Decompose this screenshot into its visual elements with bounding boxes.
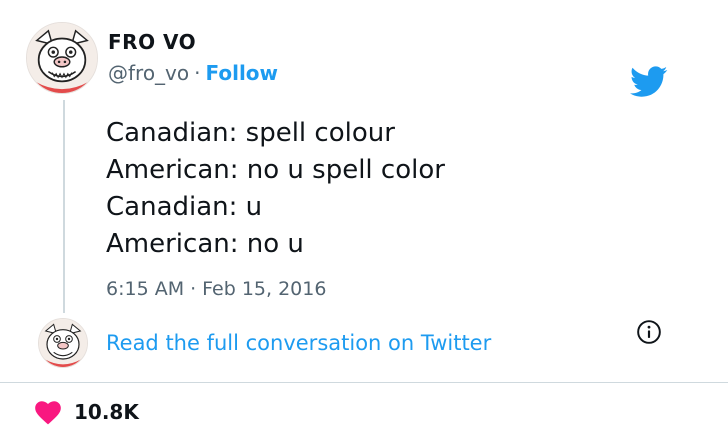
tweet-body: Canadian: spell colour American: no u sp… [106,115,445,263]
handle-separator: · [194,61,201,85]
tweet-date: Feb 15, 2016 [202,278,327,300]
thread-connector-line [63,100,65,313]
twitter-bird-icon[interactable] [630,66,668,98]
author-handle[interactable]: @fro_vo [108,61,189,85]
like-count: 10.8K [74,400,139,424]
tweet-line: Canadian: u [106,192,263,222]
heart-glyph [35,401,61,425]
tweet-timestamp[interactable]: 6:15 AM · Feb 15, 2016 [106,278,326,300]
tweet-line: Canadian: spell colour [106,118,395,148]
twitter-bird-glyph [630,66,668,97]
footer-divider [0,382,728,383]
follow-button[interactable]: Follow [206,61,279,85]
pig-cartoon-avatar-image [27,23,97,93]
tweet-embed-card: FRO VO @fro_vo · Follow Canadian: spell co… [0,0,728,445]
like-action[interactable]: 10.8K [34,398,139,426]
info-circle-glyph [637,320,661,344]
author-handle-row: @fro_vo · Follow [108,61,278,85]
tweet-line: American: no u [106,229,304,259]
read-full-conversation-link[interactable]: Read the full conversation on Twitter [106,331,491,355]
heart-icon[interactable] [34,399,62,425]
conversation-avatar[interactable] [38,318,88,368]
author-avatar[interactable] [26,22,98,94]
tweet-time: 6:15 AM [106,278,185,300]
author-display-name[interactable]: FRO VO [108,30,196,54]
pig-cartoon-avatar-image [39,319,87,367]
timestamp-separator: · [190,278,197,300]
tweet-line: American: no u spell color [106,155,445,185]
info-icon[interactable] [636,319,662,345]
